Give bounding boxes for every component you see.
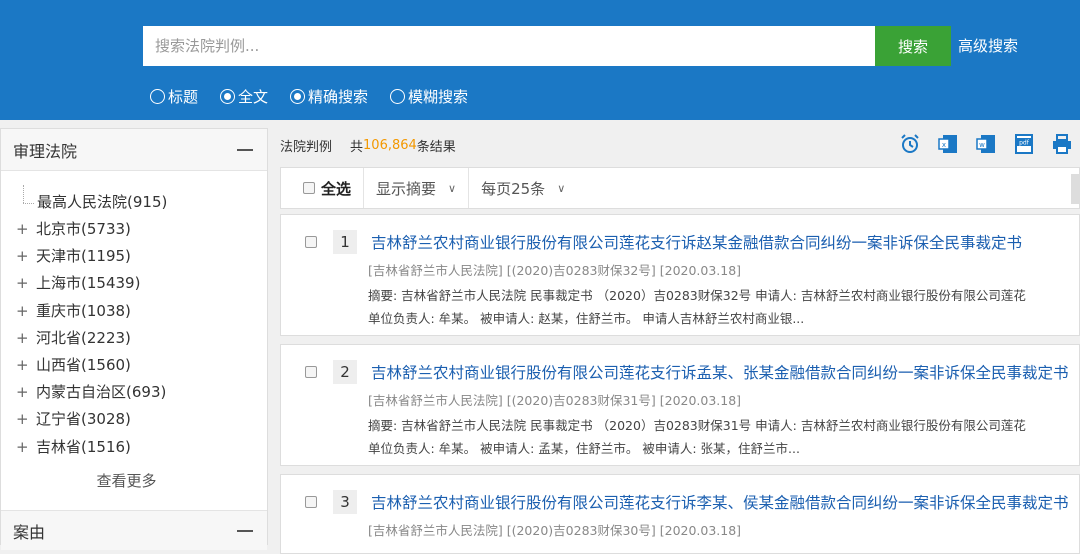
result-meta: [吉林省舒兰市人民法院] [(2020)吉0283财保31号] [2020.03… <box>368 393 742 408</box>
expand-icon[interactable]: + <box>16 352 29 379</box>
summary-mode-label: 显示摘要 <box>376 179 437 198</box>
option-title[interactable]: 标题 <box>150 86 198 107</box>
result-card: 1 吉林舒兰农村商业银行股份有限公司莲花支行诉赵某金融借款合同纠纷一案非诉保全民… <box>280 214 1080 336</box>
select-all-checkbox[interactable] <box>303 182 315 194</box>
expand-icon[interactable]: + <box>16 406 29 433</box>
search-options: 标题 全文 精确搜索 模糊搜索 <box>150 85 490 107</box>
result-title-link[interactable]: 吉林舒兰农村商业银行股份有限公司莲花支行诉李某、侯某金融借款合同纠纷一案非诉保全… <box>371 491 1069 513</box>
option-fuzzy-label: 模糊搜索 <box>408 87 469 106</box>
tree-item-label: 河北省(2223) <box>36 328 131 347</box>
search-input[interactable] <box>143 26 875 66</box>
tree-item-label: 山西省(1560) <box>36 355 131 374</box>
option-fuzzy[interactable]: 模糊搜索 <box>390 86 468 107</box>
result-meta: [吉林省舒兰市人民法院] [(2020)吉0283财保30号] [2020.03… <box>368 523 742 538</box>
collapse-icon[interactable] <box>237 529 253 532</box>
expand-icon[interactable]: + <box>16 298 29 325</box>
tree-item-province[interactable]: + 上海市(15439) <box>16 270 267 297</box>
results-count: 106,864 <box>363 137 417 153</box>
tree-item-province[interactable]: + 天津市(1195) <box>16 243 267 270</box>
advanced-search-link[interactable]: 高级搜索 <box>958 26 1018 66</box>
select-all[interactable]: 全选 <box>281 168 365 208</box>
tree-item-province[interactable]: + 内蒙古自治区(693) <box>16 379 267 406</box>
radio-title[interactable] <box>150 88 165 104</box>
tree-item-province[interactable]: + 辽宁省(3028) <box>16 406 267 433</box>
result-abstract-line1: 摘要: 吉林省舒兰市人民法院 民事裁定书 （2020）吉0283财保32号 申请… <box>368 288 1026 303</box>
svg-text:x: x <box>942 141 946 149</box>
top-search-bar: 搜索 高级搜索 标题 全文 精确搜索 模糊搜索 <box>0 0 1080 120</box>
tree-item-label: 内蒙古自治区(693) <box>36 383 167 402</box>
tree-item-label: 最高人民法院(915) <box>37 193 168 211</box>
export-tools: x w pdf <box>898 132 1074 156</box>
view-more-link[interactable]: 查看更多 <box>16 470 267 491</box>
tree-item-supreme-court[interactable]: 最高人民法院(915) <box>16 185 267 216</box>
expand-icon[interactable]: + <box>16 216 29 243</box>
result-title-link[interactable]: 吉林舒兰农村商业银行股份有限公司莲花支行诉赵某金融借款合同纠纷一案非诉保全民事裁… <box>371 231 1022 253</box>
result-abstract-line2: 单位负责人: 牟某。 被申请人: 孟某，住舒兰市。 被申请人: 张某，住舒兰市.… <box>368 441 800 456</box>
results-count-prefix: 共 <box>350 139 364 155</box>
excel-icon[interactable]: x <box>936 132 960 156</box>
result-number: 3 <box>333 490 357 514</box>
case-cause-section-title: 案由 <box>13 522 46 542</box>
radio-exact[interactable] <box>290 88 306 104</box>
option-title-label: 标题 <box>168 87 199 106</box>
tree-item-label: 辽宁省(3028) <box>36 410 131 429</box>
tree-item-province[interactable]: + 重庆市(1038) <box>16 298 267 325</box>
result-checkbox[interactable] <box>305 496 317 508</box>
expand-icon[interactable]: + <box>16 243 29 270</box>
result-number: 1 <box>333 230 357 254</box>
word-icon[interactable]: w <box>974 132 998 156</box>
expand-icon[interactable]: + <box>16 379 29 406</box>
svg-text:pdf: pdf <box>1019 140 1030 147</box>
result-checkbox[interactable] <box>305 236 317 248</box>
court-section-header[interactable]: 审理法院 <box>1 129 267 171</box>
svg-text:w: w <box>979 141 985 149</box>
result-number: 2 <box>333 360 357 384</box>
tree-item-province[interactable]: + 河北省(2223) <box>16 325 267 352</box>
option-fulltext[interactable]: 全文 <box>220 86 268 107</box>
pdf-icon[interactable]: pdf <box>1012 132 1036 156</box>
tree-item-label: 天津市(1195) <box>36 247 131 266</box>
page-size-dropdown[interactable]: 每页25条 ∨ <box>469 168 577 208</box>
results-label: 法院判例 <box>280 139 333 155</box>
select-all-label: 全选 <box>321 179 352 198</box>
result-card: 3 吉林舒兰农村商业银行股份有限公司莲花支行诉李某、侯某金融借款合同纠纷一案非诉… <box>280 474 1080 554</box>
search-button[interactable]: 搜索 <box>875 26 951 66</box>
case-cause-section-header[interactable]: 案由 <box>1 510 267 550</box>
tree-item-province[interactable]: + 山西省(1560) <box>16 352 267 379</box>
court-tree: 最高人民法院(915) + 北京市(5733) + 天津市(1195) + 上海市(154… <box>1 171 267 491</box>
collapse-icon[interactable] <box>237 148 253 151</box>
option-fulltext-label: 全文 <box>238 87 269 106</box>
tree-item-province[interactable]: + 北京市(5733) <box>16 216 267 243</box>
tree-item-label: 吉林省(1516) <box>36 437 131 456</box>
tree-item-label: 重庆市(1038) <box>36 301 131 320</box>
radio-fuzzy[interactable] <box>390 88 406 104</box>
scrollbar[interactable] <box>1071 174 1079 204</box>
results-count-suffix: 条结果 <box>416 139 456 155</box>
result-abstract-line1: 摘要: 吉林省舒兰市人民法院 民事裁定书 （2020）吉0283财保31号 申请… <box>368 418 1026 433</box>
expand-icon[interactable]: + <box>16 325 29 352</box>
tree-item-province[interactable]: + 吉林省(1516) <box>16 434 267 461</box>
result-checkbox[interactable] <box>305 366 317 378</box>
result-meta: [吉林省舒兰市人民法院] [(2020)吉0283财保32号] [2020.03… <box>368 263 742 278</box>
result-card: 2 吉林舒兰农村商业银行股份有限公司莲花支行诉孟某、张某金融借款合同纠纷一案非诉… <box>280 344 1080 466</box>
expand-icon[interactable]: + <box>16 434 29 461</box>
page-size-label: 每页25条 <box>481 179 546 198</box>
result-abstract-line2: 单位负责人: 牟某。 被申请人: 赵某，住舒兰市。 申请人吉林舒兰农村商业银..… <box>368 311 805 326</box>
tree-item-label: 上海市(15439) <box>36 274 141 293</box>
alarm-clock-icon[interactable] <box>898 132 922 156</box>
result-title-link[interactable]: 吉林舒兰农村商业银行股份有限公司莲花支行诉孟某、张某金融借款合同纠纷一案非诉保全… <box>371 361 1069 383</box>
option-exact[interactable]: 精确搜索 <box>290 86 368 107</box>
printer-icon[interactable] <box>1050 132 1074 156</box>
chevron-down-icon: ∨ <box>557 181 566 195</box>
option-exact-label: 精确搜索 <box>308 87 369 106</box>
chevron-down-icon: ∨ <box>448 181 457 195</box>
expand-icon[interactable]: + <box>16 270 29 297</box>
radio-fulltext[interactable] <box>220 88 236 104</box>
summary-mode-dropdown[interactable]: 显示摘要 ∨ <box>364 168 470 208</box>
court-filter-sidebar: 审理法院 最高人民法院(915) + 北京市(5733) + 天津市(1195) + 上海… <box>0 128 268 550</box>
results-panel: 法院判例 共 106,864 条结果 x w pdf 全选 显示摘要 ∨ 每页25… <box>280 128 1080 554</box>
tree-item-label: 北京市(5733) <box>36 220 131 238</box>
results-toolbar: 全选 显示摘要 ∨ 每页25条 ∨ <box>280 167 1080 209</box>
court-section-title: 审理法院 <box>13 141 78 161</box>
